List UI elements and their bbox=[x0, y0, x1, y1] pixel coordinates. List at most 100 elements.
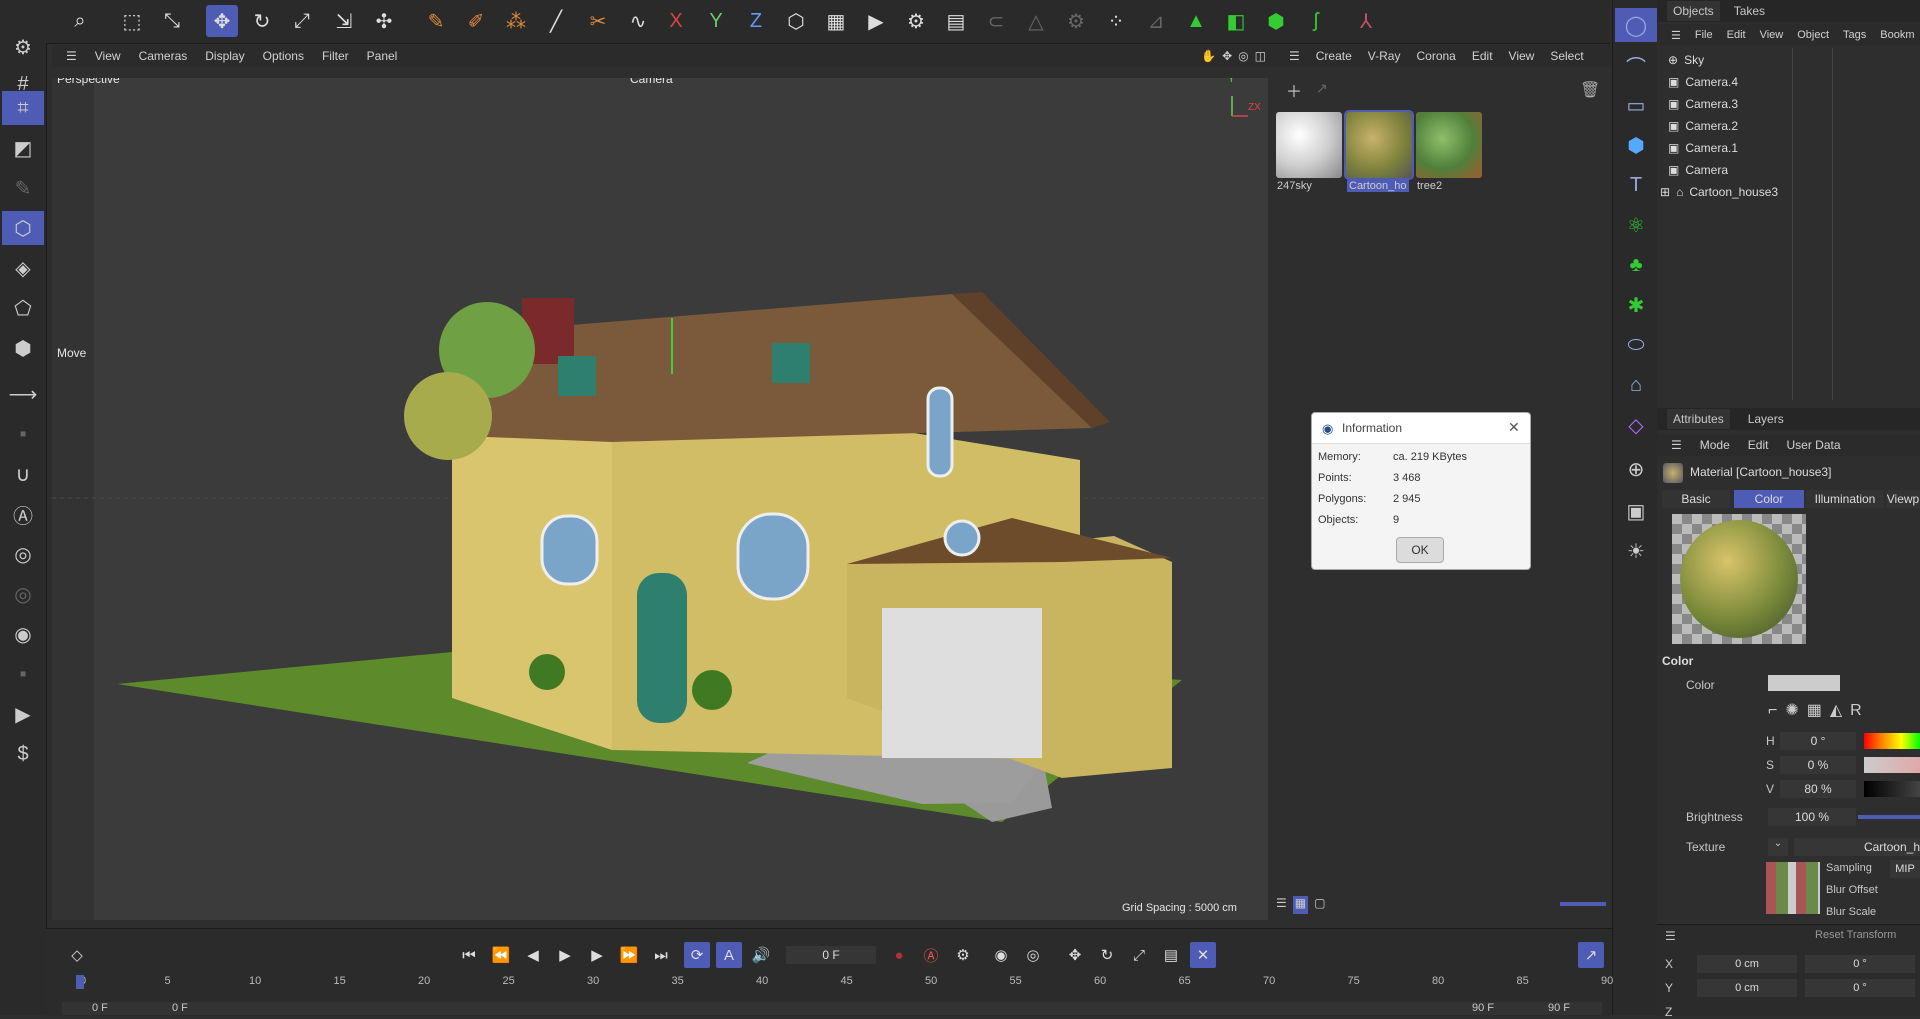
character-icon[interactable]: ⅄ bbox=[1350, 5, 1382, 37]
objects-menu-file[interactable]: File bbox=[1695, 29, 1713, 41]
lasso-icon[interactable]: ∿ bbox=[622, 5, 654, 37]
subtab-viewport[interactable]: Viewp bbox=[1886, 490, 1920, 508]
z-axis-icon[interactable]: Z bbox=[740, 5, 772, 37]
range-start-field[interactable]: 0 F bbox=[92, 1002, 108, 1014]
move-tool-icon[interactable]: ✥ bbox=[206, 5, 238, 37]
texture-mode-icon[interactable]: ◩ bbox=[2, 131, 44, 165]
autokey-icon[interactable]: Ⓐ bbox=[918, 942, 944, 968]
brightness-field[interactable]: 100 % bbox=[1768, 808, 1856, 826]
attributes-menu-edit[interactable]: Edit bbox=[1748, 438, 1769, 452]
saturation-slider[interactable] bbox=[1864, 757, 1920, 773]
key-rotation-icon[interactable]: ↻ bbox=[1094, 942, 1120, 968]
prev-frame-icon[interactable]: ◀ bbox=[520, 942, 546, 968]
null-object-icon[interactable]: ⌂ bbox=[1615, 368, 1657, 402]
value-slider[interactable] bbox=[1864, 781, 1920, 797]
camera-object-icon[interactable]: ▣ bbox=[1615, 494, 1657, 528]
environment-icon[interactable]: ⊕ bbox=[1615, 452, 1657, 486]
saturation-field[interactable]: 0 % bbox=[1780, 756, 1856, 774]
zoom-slider[interactable] bbox=[1560, 902, 1606, 906]
axis-tool-icon[interactable]: ⁘ bbox=[1100, 5, 1132, 37]
objects-menu-icon[interactable]: ☰ bbox=[1671, 29, 1681, 42]
model-mode-icon[interactable]: ⌗ bbox=[2, 91, 44, 125]
key-settings-icon[interactable]: ⚙ bbox=[950, 942, 976, 968]
spline-primitive-icon[interactable]: ⌒ bbox=[1615, 48, 1657, 82]
pos-x-field[interactable]: 0 cm bbox=[1697, 955, 1797, 973]
material-menu-icon[interactable]: ☰ bbox=[1289, 49, 1300, 63]
knife-icon[interactable]: ✂ bbox=[582, 5, 614, 37]
objects-menu-bookmarks[interactable]: Bookm bbox=[1880, 29, 1914, 41]
workplane-mode-icon[interactable]: ◎ bbox=[2, 577, 44, 611]
material-247sky[interactable] bbox=[1276, 112, 1342, 178]
close-icon[interactable]: ✕ bbox=[1508, 419, 1520, 436]
spline-pen-icon[interactable]: ✎ bbox=[420, 5, 452, 37]
script-icon[interactable]: $ bbox=[2, 737, 44, 771]
workplane-icon[interactable]: △ bbox=[1020, 5, 1052, 37]
next-key-icon[interactable]: ⏩ bbox=[616, 942, 642, 968]
tab-objects[interactable]: Objects bbox=[1667, 1, 1720, 21]
generator-icon[interactable]: ⚛ bbox=[1615, 208, 1657, 242]
tile-view-icon[interactable]: ▢ bbox=[1314, 896, 1325, 914]
points-mode-icon[interactable]: ◈ bbox=[2, 251, 44, 285]
lock-icon[interactable]: ▪ bbox=[2, 657, 44, 691]
rot-y-field[interactable]: 0 ° bbox=[1805, 979, 1915, 997]
x-axis-icon[interactable]: X bbox=[660, 5, 692, 37]
deformer-icon[interactable]: ⬭ bbox=[1615, 328, 1657, 362]
rotate-tool-icon[interactable]: ↻ bbox=[246, 5, 278, 37]
menu-display[interactable]: Display bbox=[205, 49, 244, 63]
range-slider[interactable]: 0 F 0 F 90 F 90 F bbox=[62, 1002, 1602, 1015]
key-position-icon[interactable]: ✥ bbox=[1062, 942, 1088, 968]
render-picture-viewer-icon[interactable]: ▶ bbox=[860, 5, 892, 37]
delete-material-icon[interactable]: 🗑 bbox=[1580, 80, 1600, 100]
object-mode-icon[interactable]: ⬡ bbox=[2, 211, 44, 245]
sphere-primitive-icon[interactable]: ◯ bbox=[1615, 8, 1657, 42]
cube-object-icon[interactable]: ⬢ bbox=[1260, 5, 1292, 37]
placement-tool-icon[interactable]: ✣ bbox=[368, 5, 400, 37]
3d-viewport[interactable]: Perspective Camera Move Grid Spacing : 5… bbox=[52, 78, 1268, 920]
auto-key-toggle-icon[interactable]: A bbox=[716, 942, 742, 968]
sketch-tool-icon[interactable]: ✐ bbox=[460, 5, 492, 37]
quantize-icon[interactable]: ⚙ bbox=[1060, 5, 1092, 37]
expand-icon[interactable]: ⊞ bbox=[1660, 185, 1670, 199]
reset-transform-button[interactable]: Reset Transform bbox=[1815, 929, 1896, 941]
object-item[interactable]: ▣ Camera.1 bbox=[1668, 138, 1738, 158]
fcurve-icon[interactable]: ↗ bbox=[1578, 942, 1604, 968]
subtab-color[interactable]: Color bbox=[1734, 490, 1804, 508]
rot-x-field[interactable]: 0 ° bbox=[1805, 955, 1915, 973]
tab-layers[interactable]: Layers bbox=[1748, 412, 1784, 426]
field-icon[interactable]: ◇ bbox=[1615, 408, 1657, 442]
viewport-menu-icon[interactable]: ☰ bbox=[66, 49, 77, 63]
sculpt-mode-icon[interactable]: ✎ bbox=[2, 171, 44, 205]
spline-smooth-icon[interactable]: ⁂ bbox=[500, 5, 532, 37]
prev-key-icon[interactable]: ⏪ bbox=[488, 942, 514, 968]
grid-view-icon[interactable]: ▦ bbox=[1292, 896, 1309, 914]
menu-create[interactable]: Create bbox=[1316, 49, 1352, 63]
motion-record-icon[interactable]: ◉ bbox=[988, 942, 1014, 968]
light-object-icon[interactable]: ☀ bbox=[1615, 534, 1657, 568]
value-field[interactable]: 80 % bbox=[1780, 780, 1856, 798]
attributes-menu-userdata[interactable]: User Data bbox=[1786, 438, 1840, 452]
loop-icon[interactable]: ⟳ bbox=[684, 942, 710, 968]
record-icon[interactable]: ● bbox=[886, 942, 912, 968]
ok-button[interactable]: OK bbox=[1396, 537, 1444, 563]
object-item[interactable]: ⊞ ⌂ Cartoon_house3 bbox=[1660, 182, 1778, 202]
key-scale-icon[interactable]: ⤢ bbox=[1126, 942, 1152, 968]
visibility-icon[interactable]: ◉ bbox=[2, 617, 44, 651]
menu-vray[interactable]: V-Ray bbox=[1368, 49, 1401, 63]
brightness-slider[interactable] bbox=[1858, 815, 1920, 819]
object-item[interactable]: ▣ Camera.4 bbox=[1668, 72, 1738, 92]
sound-icon[interactable]: 🔊 bbox=[748, 942, 774, 968]
attributes-menu-icon[interactable]: ☰ bbox=[1671, 438, 1682, 452]
snap-icon[interactable]: ⊂ bbox=[980, 5, 1012, 37]
objects-menu-view[interactable]: View bbox=[1760, 29, 1784, 41]
hue-field[interactable]: 0 ° bbox=[1780, 732, 1856, 750]
menu-options[interactable]: Options bbox=[263, 49, 304, 63]
settings-icon[interactable]: ⚙ bbox=[2, 30, 44, 64]
menu-panel[interactable]: Panel bbox=[367, 49, 398, 63]
texture-field[interactable]: Cartoon_h bbox=[1794, 838, 1920, 856]
polygons-mode-icon[interactable]: ⬢ bbox=[2, 331, 44, 365]
transform-tool-icon[interactable]: ⇲ bbox=[328, 5, 360, 37]
render-view-icon[interactable]: ▦ bbox=[820, 5, 852, 37]
align-icon[interactable]: ⊿ bbox=[1140, 5, 1172, 37]
edges-mode-icon[interactable]: ⬠ bbox=[2, 291, 44, 325]
render-region-icon[interactable]: ▶ bbox=[2, 697, 44, 731]
